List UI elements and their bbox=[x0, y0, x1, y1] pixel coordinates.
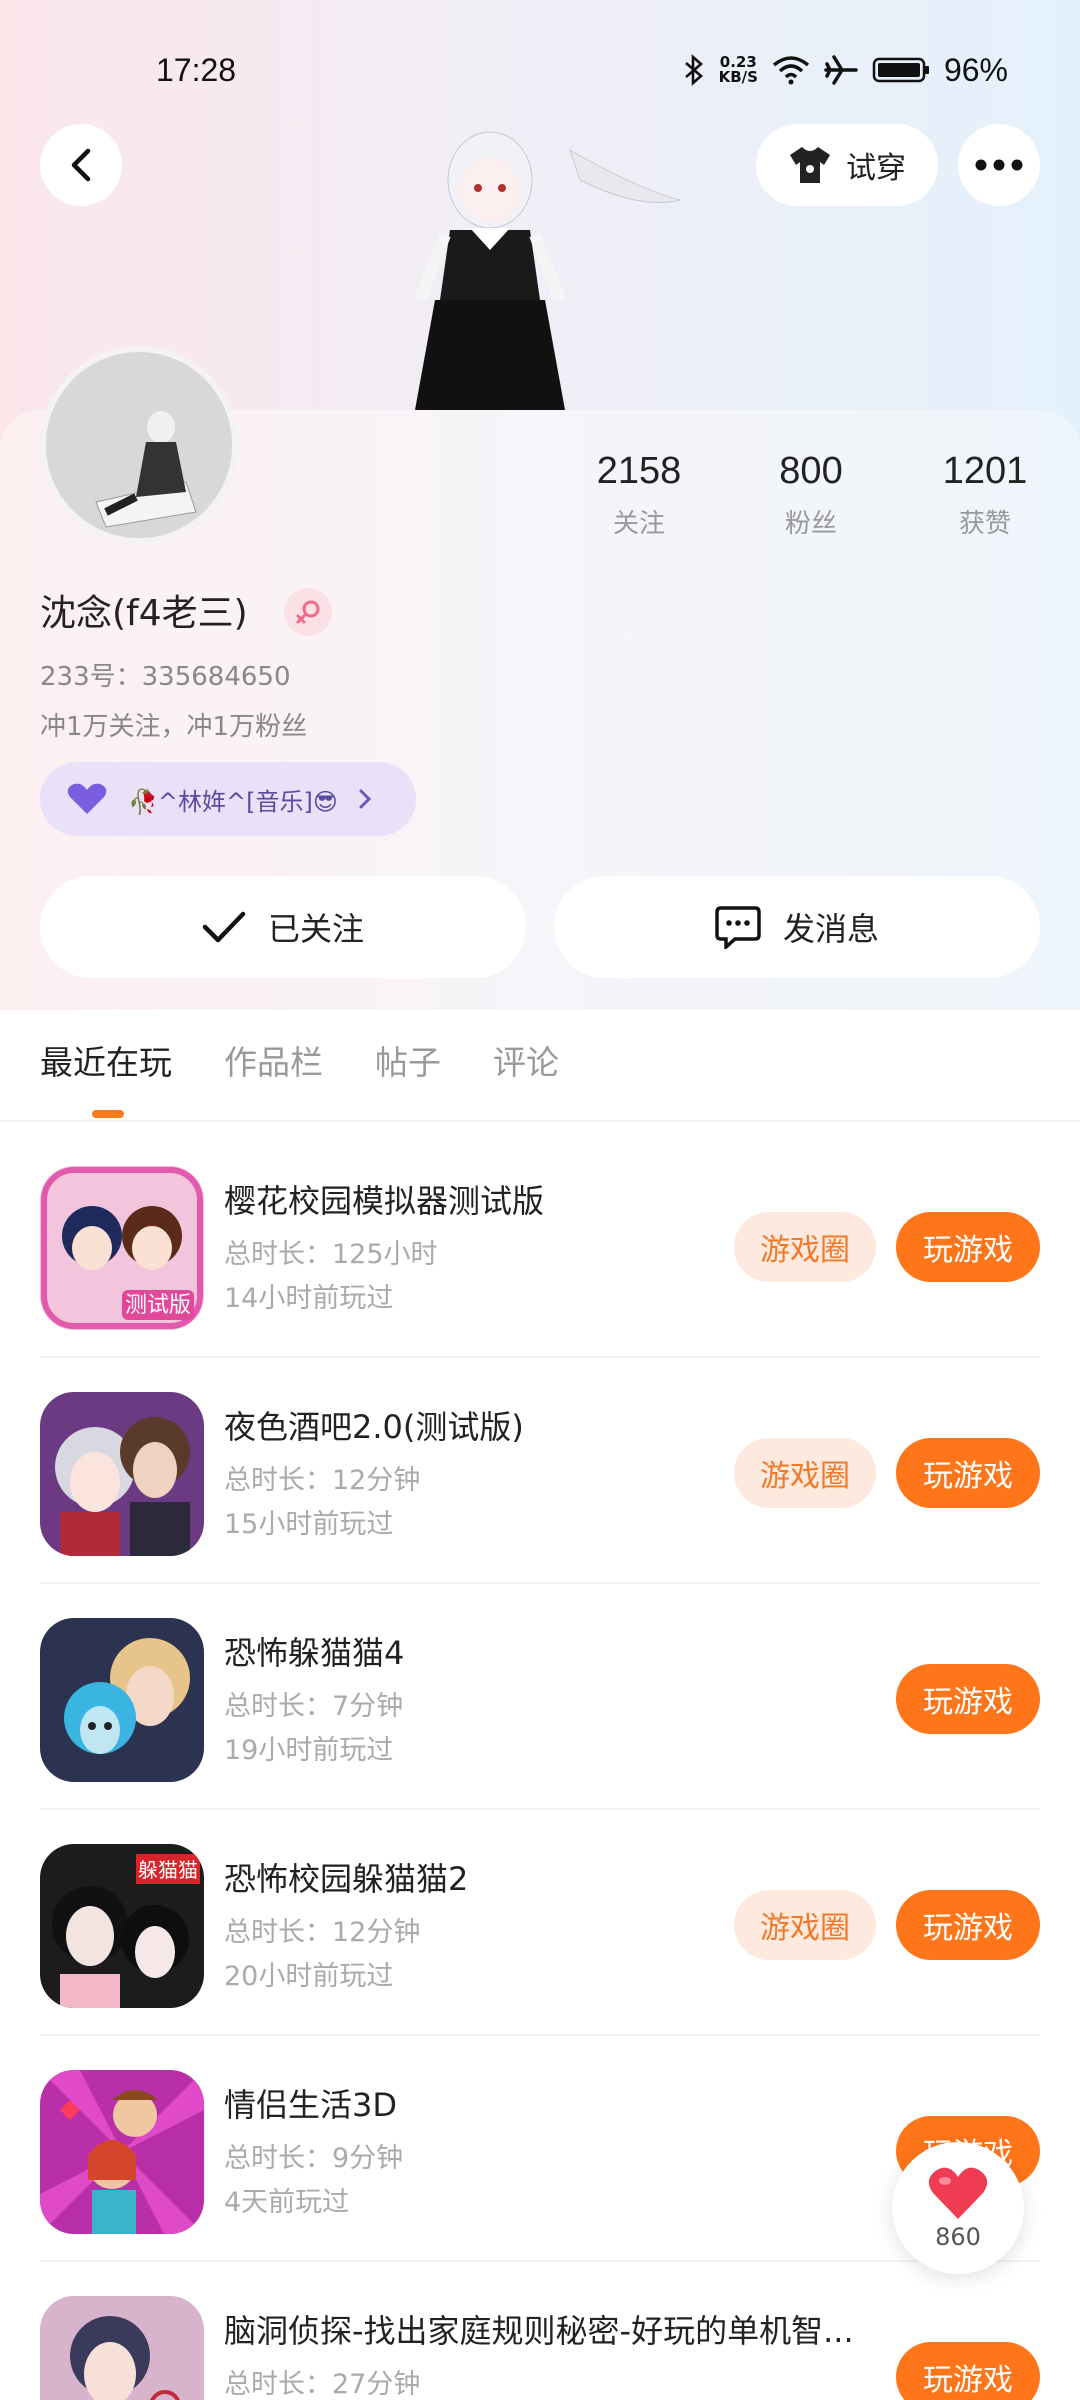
game-last-played: 4天前玩过 bbox=[224, 2187, 350, 2218]
game-duration: 总时长：125小时 bbox=[224, 1239, 438, 1270]
stat-fans[interactable]: 800 粉丝 bbox=[726, 450, 896, 540]
user-bio: 冲1万关注，冲1万粉丝 bbox=[40, 712, 308, 742]
game-icon[interactable] bbox=[40, 2070, 204, 2234]
play-game-button[interactable]: 玩游戏 bbox=[896, 1890, 1040, 1960]
game-circle-button[interactable]: 游戏圈 bbox=[734, 1438, 876, 1508]
game-name: 樱花校园模拟器测试版 bbox=[224, 1182, 545, 1220]
following-label: 已关注 bbox=[267, 910, 364, 948]
stat-label: 获赞 bbox=[958, 509, 1011, 539]
game-name: 脑洞侦探-找出家庭规则秘密-好玩的单机智... bbox=[224, 2312, 854, 2350]
send-message-label: 发消息 bbox=[782, 910, 879, 948]
airplane-mode-icon bbox=[824, 55, 858, 85]
battery-percent: 96% bbox=[943, 51, 1008, 88]
game-name: 恐怖躲猫猫4 bbox=[224, 1634, 405, 1672]
game-row[interactable]: 测试版 樱花校园模拟器测试版 总时长：125小时 14小时前玩过 游戏圈 玩游戏 bbox=[0, 1132, 1080, 1358]
stat-likes[interactable]: 1201 获赞 bbox=[900, 450, 1070, 540]
game-name: 恐怖校园躲猫猫2 bbox=[224, 1860, 469, 1898]
tab-posts[interactable]: 帖子 bbox=[375, 1036, 441, 1084]
like-count: 860 bbox=[935, 2223, 981, 2251]
game-circle-button[interactable]: 游戏圈 bbox=[734, 1212, 876, 1282]
heart-music-icon bbox=[67, 783, 107, 814]
svg-text:躲猫猫: 躲猫猫 bbox=[138, 1858, 198, 1882]
network-speed: 0.23 KB/S bbox=[718, 53, 758, 86]
game-icon[interactable] bbox=[40, 1392, 204, 1556]
avatar-character-figure bbox=[414, 131, 681, 410]
stat-label: 粉丝 bbox=[784, 509, 837, 539]
back-arrow-icon bbox=[71, 148, 91, 182]
game-row[interactable]: 躲猫猫 恐怖校园躲猫猫2 总时长：12分钟 20小时前玩过 游戏圈 玩游戏 bbox=[0, 1810, 1080, 2036]
like-floating-button[interactable]: 860 bbox=[892, 2142, 1024, 2274]
tab-works[interactable]: 作品栏 bbox=[224, 1036, 323, 1084]
game-last-played: 15小时前玩过 bbox=[224, 1509, 394, 1540]
profile-tabs: 最近在玩 作品栏 帖子 评论 bbox=[40, 1036, 559, 1084]
bluetooth-icon bbox=[684, 54, 703, 86]
back-button[interactable] bbox=[40, 124, 122, 206]
more-button[interactable] bbox=[958, 124, 1040, 206]
checkmark-icon bbox=[202, 911, 246, 943]
game-last-played: 14小时前玩过 bbox=[224, 1283, 394, 1314]
game-duration: 总时长：7分钟 bbox=[224, 1691, 404, 1722]
music-title: 🥀^林姩^[音乐]😎 bbox=[128, 787, 338, 816]
play-game-button[interactable]: 玩游戏 bbox=[896, 1664, 1040, 1734]
stat-value: 1201 bbox=[942, 450, 1028, 492]
game-icon[interactable]: 测试版 bbox=[40, 1166, 204, 1330]
status-bar: 17:28 0.23 KB/S 96% bbox=[0, 40, 1080, 100]
game-last-played: 19小时前玩过 bbox=[224, 1735, 394, 1766]
try-on-button[interactable]: 试穿 bbox=[756, 124, 938, 206]
game-name: 夜色酒吧2.0(测试版) bbox=[224, 1408, 524, 1446]
stat-label: 关注 bbox=[612, 509, 665, 539]
more-dots-icon bbox=[975, 159, 1023, 171]
game-icon[interactable]: 躲猫猫 bbox=[40, 1844, 204, 2008]
tab-comments[interactable]: 评论 bbox=[493, 1036, 559, 1084]
stat-following[interactable]: 2158 关注 bbox=[554, 450, 724, 540]
game-row[interactable]: 恐怖躲猫猫4 总时长：7分钟 19小时前玩过 玩游戏 bbox=[0, 1584, 1080, 1810]
game-last-played: 20小时前玩过 bbox=[224, 1961, 394, 1992]
svg-text:测试版: 测试版 bbox=[125, 1293, 191, 1318]
heart-icon bbox=[928, 2167, 988, 2219]
play-game-button[interactable]: 玩游戏 bbox=[896, 2342, 1040, 2400]
tab-recent-playing[interactable]: 最近在玩 bbox=[40, 1036, 172, 1084]
user-id: 233号：335684650 bbox=[40, 662, 291, 692]
game-name: 情侣生活3D bbox=[224, 2086, 398, 2124]
game-duration: 总时长：12分钟 bbox=[224, 1465, 421, 1496]
divider bbox=[0, 1120, 1080, 1122]
tshirt-icon bbox=[790, 147, 830, 183]
game-row[interactable]: 脑洞侦探-找出家庭规则秘密-好玩的单机智... 总时长：27分钟 玩游戏 bbox=[0, 2262, 1080, 2400]
username: 沈念(f4老三) bbox=[40, 593, 248, 634]
game-icon[interactable] bbox=[40, 1618, 204, 1782]
active-tab-indicator bbox=[92, 1110, 124, 1118]
chevron-right-icon bbox=[359, 789, 371, 809]
game-duration: 总时长：12分钟 bbox=[224, 1917, 421, 1948]
game-duration: 总时长：9分钟 bbox=[224, 2143, 404, 2174]
gender-female-icon bbox=[284, 588, 332, 636]
avatar-image bbox=[46, 352, 232, 538]
game-row[interactable]: 夜色酒吧2.0(测试版) 总时长：12分钟 15小时前玩过 游戏圈 玩游戏 bbox=[0, 1358, 1080, 1584]
stat-value: 800 bbox=[779, 450, 843, 492]
battery-icon bbox=[872, 57, 929, 83]
following-button[interactable]: 已关注 bbox=[40, 876, 526, 978]
status-time: 17:28 bbox=[156, 51, 237, 88]
play-game-button[interactable]: 玩游戏 bbox=[896, 1438, 1040, 1508]
game-circle-button[interactable]: 游戏圈 bbox=[734, 1890, 876, 1960]
play-game-button[interactable]: 玩游戏 bbox=[896, 1212, 1040, 1282]
avatar[interactable] bbox=[40, 346, 238, 544]
stat-value: 2158 bbox=[596, 450, 682, 492]
try-on-label: 试穿 bbox=[846, 151, 906, 186]
music-pill[interactable]: 🥀^林姩^[音乐]😎 bbox=[40, 762, 416, 836]
game-icon[interactable] bbox=[40, 2296, 204, 2400]
game-duration: 总时长：27分钟 bbox=[224, 2369, 421, 2400]
send-message-button[interactable]: 发消息 bbox=[554, 876, 1040, 978]
chat-bubble-icon bbox=[715, 906, 761, 949]
wifi-icon bbox=[772, 56, 810, 85]
